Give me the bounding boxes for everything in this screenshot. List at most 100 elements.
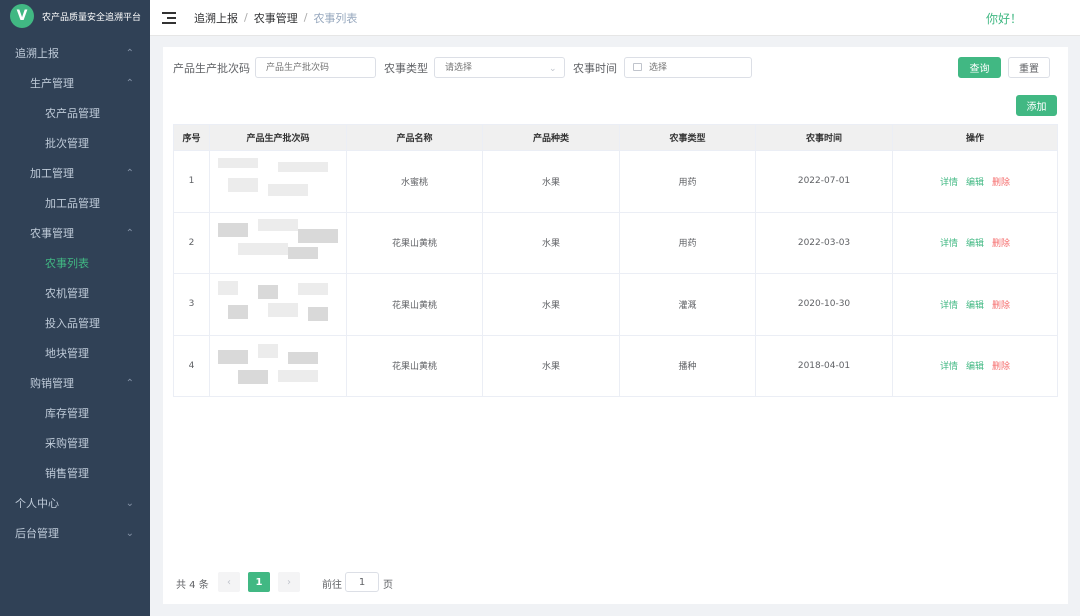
sidebar-item[interactable]: 个人中心 ⌄ bbox=[0, 489, 150, 519]
page-number-button[interactable]: 1 bbox=[248, 572, 270, 592]
goto-label: 前往 bbox=[322, 580, 342, 591]
sidebar-item-label: 销售管理 bbox=[45, 467, 89, 480]
detail-link[interactable]: 详情 bbox=[940, 362, 958, 372]
table-row: 3 花果山黄桃 水果 灌溉 2020-10-30 详情 编辑 删除 bbox=[173, 273, 1058, 336]
prev-page-button[interactable]: ‹ bbox=[218, 572, 240, 592]
next-page-button[interactable]: › bbox=[278, 572, 300, 592]
cell-farming-type: 用药 bbox=[619, 211, 756, 274]
breadcrumb-item-current: 农事列表 bbox=[313, 11, 358, 25]
sidebar-item-label: 批次管理 bbox=[45, 137, 89, 150]
sidebar-item[interactable]: 农事列表 bbox=[0, 249, 150, 279]
cell-farming-time: 2022-03-03 bbox=[755, 211, 893, 274]
redacted-mosaic-icon bbox=[218, 342, 338, 386]
sidebar-item[interactable]: 农机管理 bbox=[0, 279, 150, 309]
redacted-mosaic-icon bbox=[218, 280, 338, 325]
cell-farming-type: 播种 bbox=[619, 334, 756, 397]
breadcrumb-separator: / bbox=[244, 11, 248, 24]
sidebar-item[interactable]: 后台管理 ⌄ bbox=[0, 519, 150, 549]
cell-batch-code bbox=[209, 211, 347, 274]
app-title: 农产品质量安全追溯平台 bbox=[42, 12, 142, 23]
chevron-up-icon: ⌃ bbox=[125, 48, 134, 59]
column-header: 操作 bbox=[892, 124, 1058, 151]
top-header: 追溯上报 / 农事管理 / 农事列表 你好！ bbox=[150, 0, 1080, 36]
query-button[interactable]: 查询 bbox=[958, 57, 1001, 78]
cell-product-category: 水果 bbox=[482, 150, 620, 213]
chevron-down-icon: ⌄ bbox=[125, 498, 134, 509]
farming-type-select[interactable] bbox=[434, 57, 565, 78]
sidebar-item[interactable]: 批次管理 bbox=[0, 129, 150, 159]
cell-index: 1 bbox=[173, 150, 210, 213]
chevron-up-icon: ⌃ bbox=[125, 378, 134, 389]
cell-actions: 详情 编辑 删除 bbox=[892, 273, 1058, 336]
menu-toggle-icon[interactable] bbox=[162, 11, 176, 24]
batch-code-input[interactable] bbox=[255, 57, 376, 78]
delete-link[interactable]: 删除 bbox=[992, 362, 1010, 372]
cell-index: 3 bbox=[173, 273, 210, 336]
cell-product-category: 水果 bbox=[482, 273, 620, 336]
sidebar-item-label: 生产管理 bbox=[30, 77, 74, 90]
edit-link[interactable]: 编辑 bbox=[966, 301, 984, 311]
detail-link[interactable]: 详情 bbox=[940, 239, 958, 249]
delete-link[interactable]: 删除 bbox=[992, 301, 1010, 311]
cell-index: 2 bbox=[173, 211, 210, 274]
chevron-up-icon: ⌃ bbox=[125, 78, 134, 89]
sidebar-item[interactable]: 追溯上报 ⌃ bbox=[0, 39, 150, 69]
delete-link[interactable]: 删除 bbox=[992, 239, 1010, 249]
delete-link[interactable]: 删除 bbox=[992, 178, 1010, 188]
cell-farming-type: 灌溉 bbox=[619, 273, 756, 336]
cell-product-name: 花果山黄桃 bbox=[346, 273, 483, 336]
batch-code-label: 产品生产批次码 bbox=[173, 62, 250, 75]
breadcrumb: 追溯上报 / 农事管理 / 农事列表 bbox=[194, 10, 357, 26]
sidebar-item[interactable]: 生产管理 ⌃ bbox=[0, 69, 150, 99]
edit-link[interactable]: 编辑 bbox=[966, 362, 984, 372]
breadcrumb-item-report[interactable]: 追溯上报 bbox=[194, 10, 238, 26]
edit-link[interactable]: 编辑 bbox=[966, 178, 984, 188]
farming-type-label: 农事类型 bbox=[384, 62, 428, 75]
sidebar-item-label: 库存管理 bbox=[45, 407, 89, 420]
sidebar-item[interactable]: 农产品管理 bbox=[0, 99, 150, 129]
cell-actions: 详情 编辑 删除 bbox=[892, 334, 1058, 397]
sidebar-item-label: 后台管理 bbox=[15, 527, 59, 540]
breadcrumb-separator: / bbox=[303, 11, 308, 24]
cell-index: 4 bbox=[173, 334, 210, 397]
edit-link[interactable]: 编辑 bbox=[966, 239, 984, 249]
add-button[interactable]: 添加 bbox=[1016, 95, 1057, 116]
cell-actions: 详情 编辑 删除 bbox=[892, 150, 1058, 213]
cell-product-category: 水果 bbox=[482, 334, 620, 397]
farming-time-picker[interactable] bbox=[624, 57, 752, 78]
cell-batch-code bbox=[209, 150, 347, 213]
brand: V 农产品质量安全追溯平台 bbox=[0, 0, 150, 32]
sidebar-item[interactable]: 销售管理 bbox=[0, 459, 150, 489]
detail-link[interactable]: 详情 bbox=[940, 178, 958, 188]
sidebar-item-label: 加工品管理 bbox=[45, 197, 100, 210]
reset-button[interactable]: 重置 bbox=[1008, 57, 1050, 78]
pagination-total: 共 4 条 bbox=[176, 580, 209, 591]
column-header: 农事时间 bbox=[755, 124, 893, 151]
sidebar-item[interactable]: 投入品管理 bbox=[0, 309, 150, 339]
sidebar-item-label: 采购管理 bbox=[45, 437, 89, 450]
detail-link[interactable]: 详情 bbox=[940, 301, 958, 311]
sidebar-item[interactable]: 加工品管理 bbox=[0, 189, 150, 219]
cell-actions: 详情 编辑 删除 bbox=[892, 211, 1058, 274]
goto-page-input[interactable] bbox=[345, 572, 379, 592]
sidebar-item[interactable]: 农事管理 ⌃ bbox=[0, 219, 150, 249]
user-greeting[interactable]: 你好！ bbox=[986, 10, 1022, 27]
sidebar-item[interactable]: 采购管理 bbox=[0, 429, 150, 459]
breadcrumb-item-farming[interactable]: 农事管理 bbox=[254, 10, 298, 26]
sidebar-item[interactable]: 加工管理 ⌃ bbox=[0, 159, 150, 189]
sidebar-item-label: 追溯上报 bbox=[15, 47, 59, 60]
chevron-down-icon: ⌄ bbox=[549, 64, 557, 74]
sidebar-item-label: 农事管理 bbox=[30, 227, 74, 240]
sidebar-item-label: 购销管理 bbox=[30, 377, 74, 390]
chevron-up-icon: ⌃ bbox=[125, 228, 134, 239]
sidebar-item[interactable]: 地块管理 bbox=[0, 339, 150, 369]
cell-batch-code bbox=[209, 334, 347, 397]
vue-logo-icon: V bbox=[10, 4, 34, 28]
sidebar-item-label: 农产品管理 bbox=[45, 107, 100, 120]
column-header: 产品种类 bbox=[482, 124, 620, 151]
sidebar-item-label: 农机管理 bbox=[45, 287, 89, 300]
sidebar-item[interactable]: 库存管理 bbox=[0, 399, 150, 429]
sidebar-item-label: 投入品管理 bbox=[45, 317, 100, 330]
sidebar-item[interactable]: 购销管理 ⌃ bbox=[0, 369, 150, 399]
cell-farming-time: 2020-10-30 bbox=[755, 273, 893, 336]
